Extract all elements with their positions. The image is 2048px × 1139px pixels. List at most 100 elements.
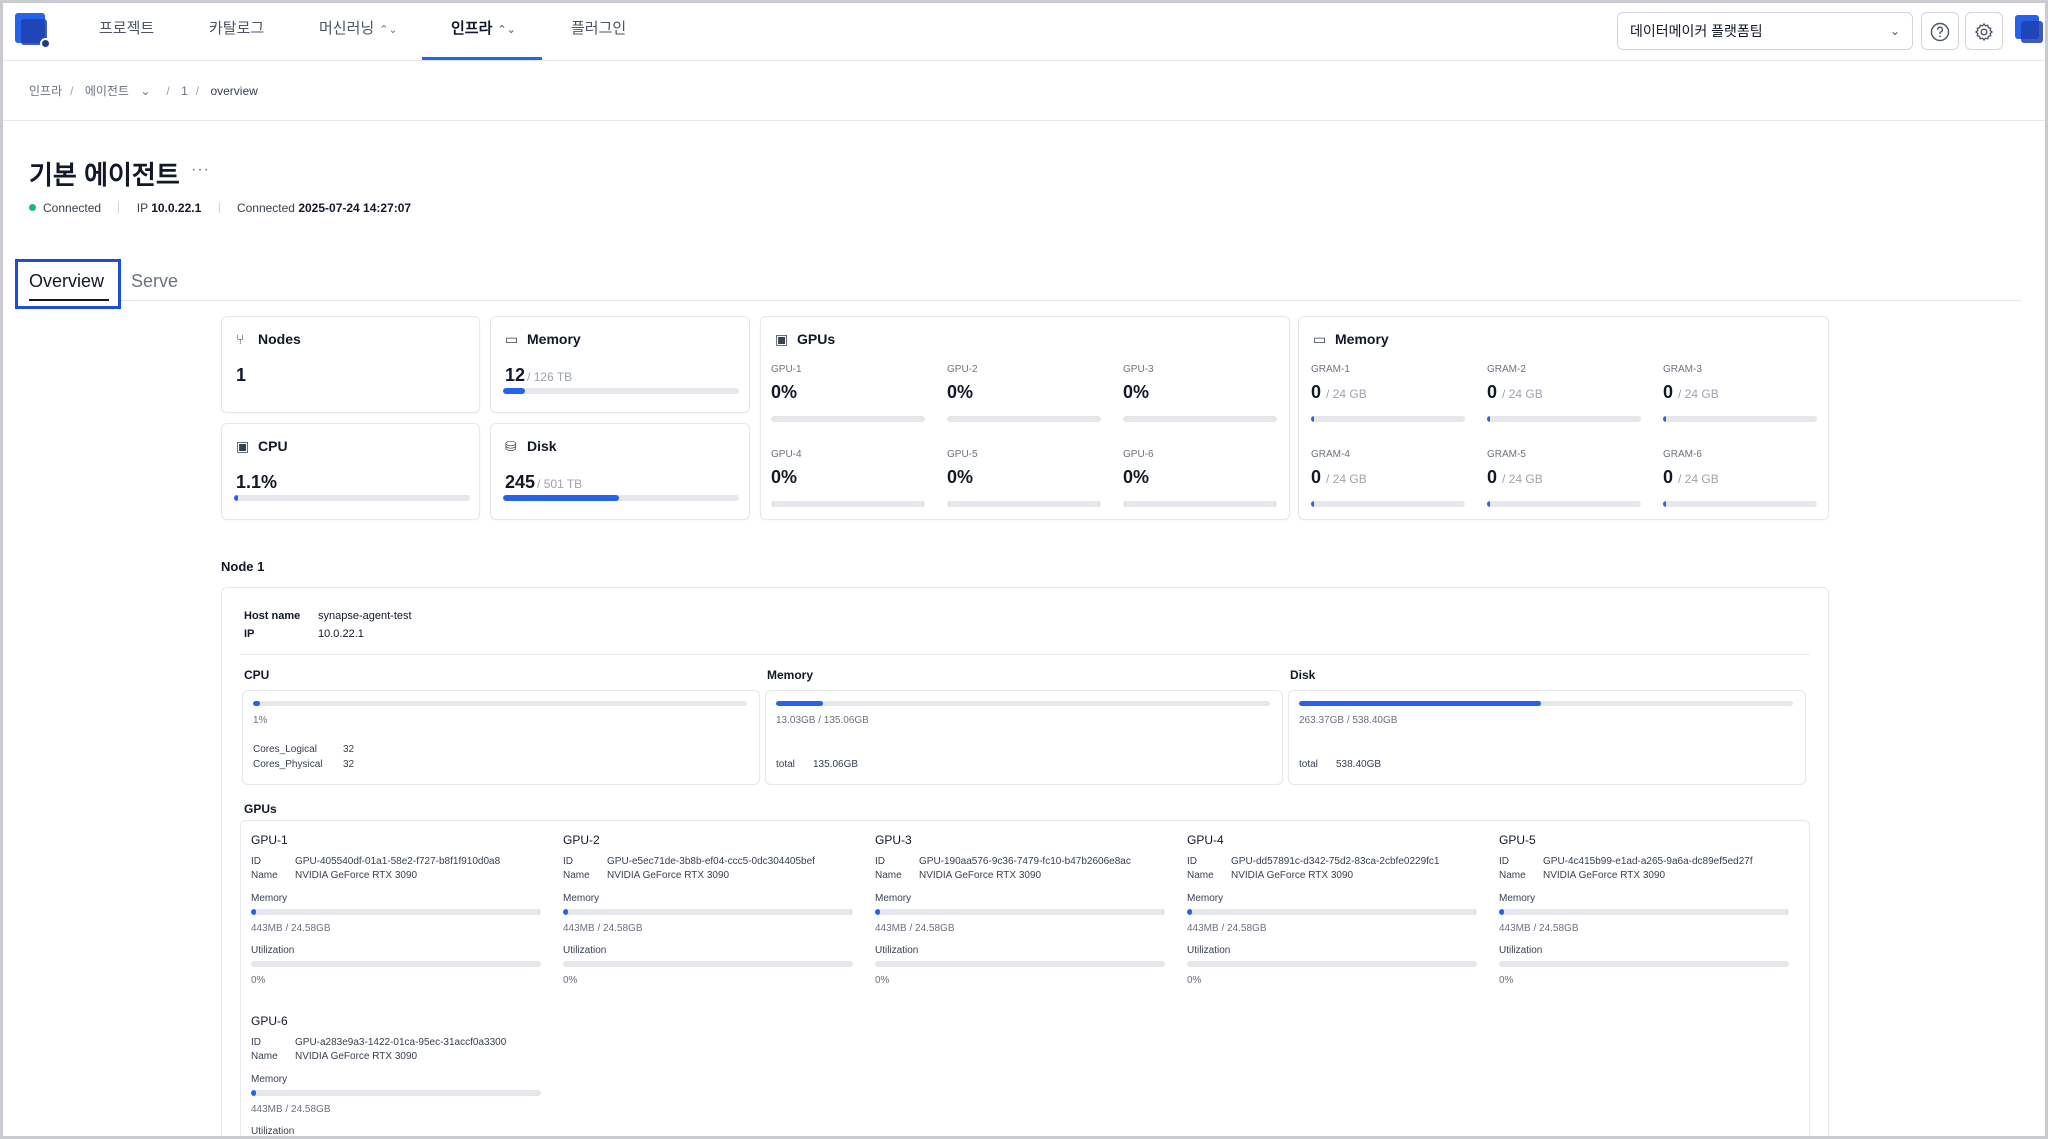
gpu-chip-icon: ▣ [775,331,789,347]
gpu-summary-label: GPU-6 [1123,449,1154,460]
node-memory-bar [776,701,1270,706]
node-hostname: synapse-agent-test [318,610,412,622]
page-title: 기본 에이전트 [29,160,180,190]
cores-physical: 32 [343,759,355,770]
disk-card: ⛁ Disk 245/ 501 TB [490,423,750,520]
gpu-detail-card: GPU-1 ID GPU-405540df-01a1-58e2-f727-b8f1… [251,833,543,1003]
status-text: Connected [43,201,102,215]
node-disk-box: 263.37GB / 538.40GB total 538.40GB [1288,690,1806,785]
cpu-bar [234,495,470,501]
more-icon[interactable]: ··· [191,161,210,179]
help-button[interactable] [1921,12,1959,50]
gpu-model: NVIDIA GeForce RTX 3090 [1543,870,1666,881]
gpu-memory-value: 443MB / 24.58GB [875,923,955,934]
breadcrumb-agent-id[interactable]: 1 [181,84,188,98]
gram-bar [1487,416,1641,422]
breadcrumb: 인프라 / 에이전트 ⌄/ 1/ overview [29,84,258,98]
node-memory-usage: 13.03GB / 135.06GB [776,715,869,726]
gpu-summary-label: GPU-3 [1123,364,1154,375]
breadcrumb-agent[interactable]: 에이전트 ⌄ [85,84,159,98]
gpu-summary-value: 0% [1123,382,1150,402]
gpu-memory-value: 443MB / 24.58GB [563,923,643,934]
user-avatar[interactable] [2015,15,2045,45]
platform-select[interactable]: 데이터메이커 플랫폼팀 ⌄ [1617,12,1913,50]
gpu-memory-bar [1499,909,1789,915]
gpu-summary-bar [947,501,1101,507]
gram-bar [1311,416,1465,422]
app-logo[interactable] [15,13,51,49]
gpu-name: GPU-4 [1187,833,1224,847]
gpu-memory-bar [1187,909,1477,915]
gram-bar [1663,501,1817,507]
gram-used: 0 [1487,467,1498,487]
chevron-updown-icon: ⌃⌄ [379,24,398,36]
breadcrumb-infra[interactable]: 인프라 [29,84,62,98]
node-memory-label: Memory [767,668,814,682]
disk-bar-fill [503,495,619,501]
gpu-summary-value: 0% [947,467,974,487]
node-disk-total: 538.40GB [1336,759,1382,770]
gpu-summary-bar [947,416,1101,422]
gram-bar [1487,501,1641,507]
gpu-utilization-bar [1187,961,1477,967]
node-cpu-label: CPU [244,668,270,682]
gpu-id: GPU-a283e9a3-1422-01ca-95ec-31accf0a3300 [295,1037,507,1048]
nav-item-machine-learning[interactable]: 머신러닝 ⌃⌄ [319,3,398,59]
memory-bar [503,388,739,394]
node-branch-icon: ⑂ [236,331,245,347]
nav-item-infra[interactable]: 인프라 ⌃⌄ [451,3,516,59]
gram-label: GRAM-6 [1663,449,1702,460]
gpu-summary-value: 0% [771,382,798,402]
agent-ip: 10.0.22.1 [151,201,202,215]
gpu-detail-card: GPU-5 ID GPU-4c415b99-e1ad-a265-9a6a-dc89… [1499,833,1791,1003]
gram-label: GRAM-3 [1663,364,1702,375]
status-row: Connected IP 10.0.22.1 Connected 2025-07… [29,201,411,215]
gram-total: / 24 GB [1678,387,1719,401]
disk-icon: ⛁ [505,438,517,454]
gpu-name: GPU-5 [1499,833,1536,847]
node-disk-bar [1299,701,1793,706]
memory-used: 12 [505,365,526,385]
gram-used: 0 [1311,382,1322,402]
gpu-model: NVIDIA GeForce RTX 3090 [919,870,1042,881]
node-gpus-label: GPUs [244,802,277,816]
chevron-updown-icon: ⌃⌄ [497,24,516,36]
node-gpus-box: GPU-1 ID GPU-405540df-01a1-58e2-f727-b8f1… [240,820,1810,1136]
gpu-summary-label: GPU-1 [771,364,802,375]
nav-item-projects[interactable]: 프로젝트 [99,3,154,59]
gpu-memory-bar [251,909,541,915]
gpu-memory-value: 443MB / 24.58GB [1499,923,1579,934]
settings-button[interactable] [1965,12,2003,50]
cpu-chip-icon: ▣ [236,438,250,454]
gram-total: / 24 GB [1502,472,1543,486]
gram-used: 0 [1663,382,1674,402]
breadcrumb-current: overview [210,84,258,98]
gram-used: 0 [1487,382,1498,402]
nodes-card: ⑂ Nodes 1 [221,316,480,413]
gpu-name: GPU-2 [563,833,600,847]
gram-label: GRAM-2 [1487,364,1526,375]
gpu-memory-bar-fill [251,1090,257,1096]
gram-used: 0 [1311,467,1322,487]
gpu-memory-bar [875,909,1165,915]
cpu-card: ▣ CPU 1.1% [221,423,480,520]
disk-bar [503,495,739,501]
gpu-utilization-bar [251,961,541,967]
memory-total: / 126 TB [527,370,573,384]
gpu-summary-value: 0% [947,382,974,402]
gram-card: ▭ Memory GRAM-1 0 / 24 GB GRAM-2 0 / 24 G… [1298,316,1829,520]
memory-bar-fill [503,388,526,394]
gpu-utilization-value: 0% [875,975,890,986]
gpu-summary-bar [771,501,925,507]
node-cpu-usage: 1% [253,715,268,726]
nav-item-plugins[interactable]: 플러그인 [571,3,626,59]
gpu-memory-bar-fill [1499,909,1505,915]
nav-active-indicator [422,57,542,60]
gram-bar-fill [1487,501,1490,507]
gpus-card: ▣ GPUs GPU-1 0% GPU-2 0% GPU-3 0% GPU-4 0… [760,316,1290,520]
gpu-utilization-value: 0% [563,975,578,986]
nav-item-catalog[interactable]: 카탈로그 [209,3,264,59]
gpu-utilization-value: 0% [1187,975,1202,986]
gpu-detail-card: GPU-6 ID GPU-a283e9a3-1422-01ca-95ec-31ac… [251,1014,543,1136]
tab-serve[interactable]: Serve [131,271,178,292]
